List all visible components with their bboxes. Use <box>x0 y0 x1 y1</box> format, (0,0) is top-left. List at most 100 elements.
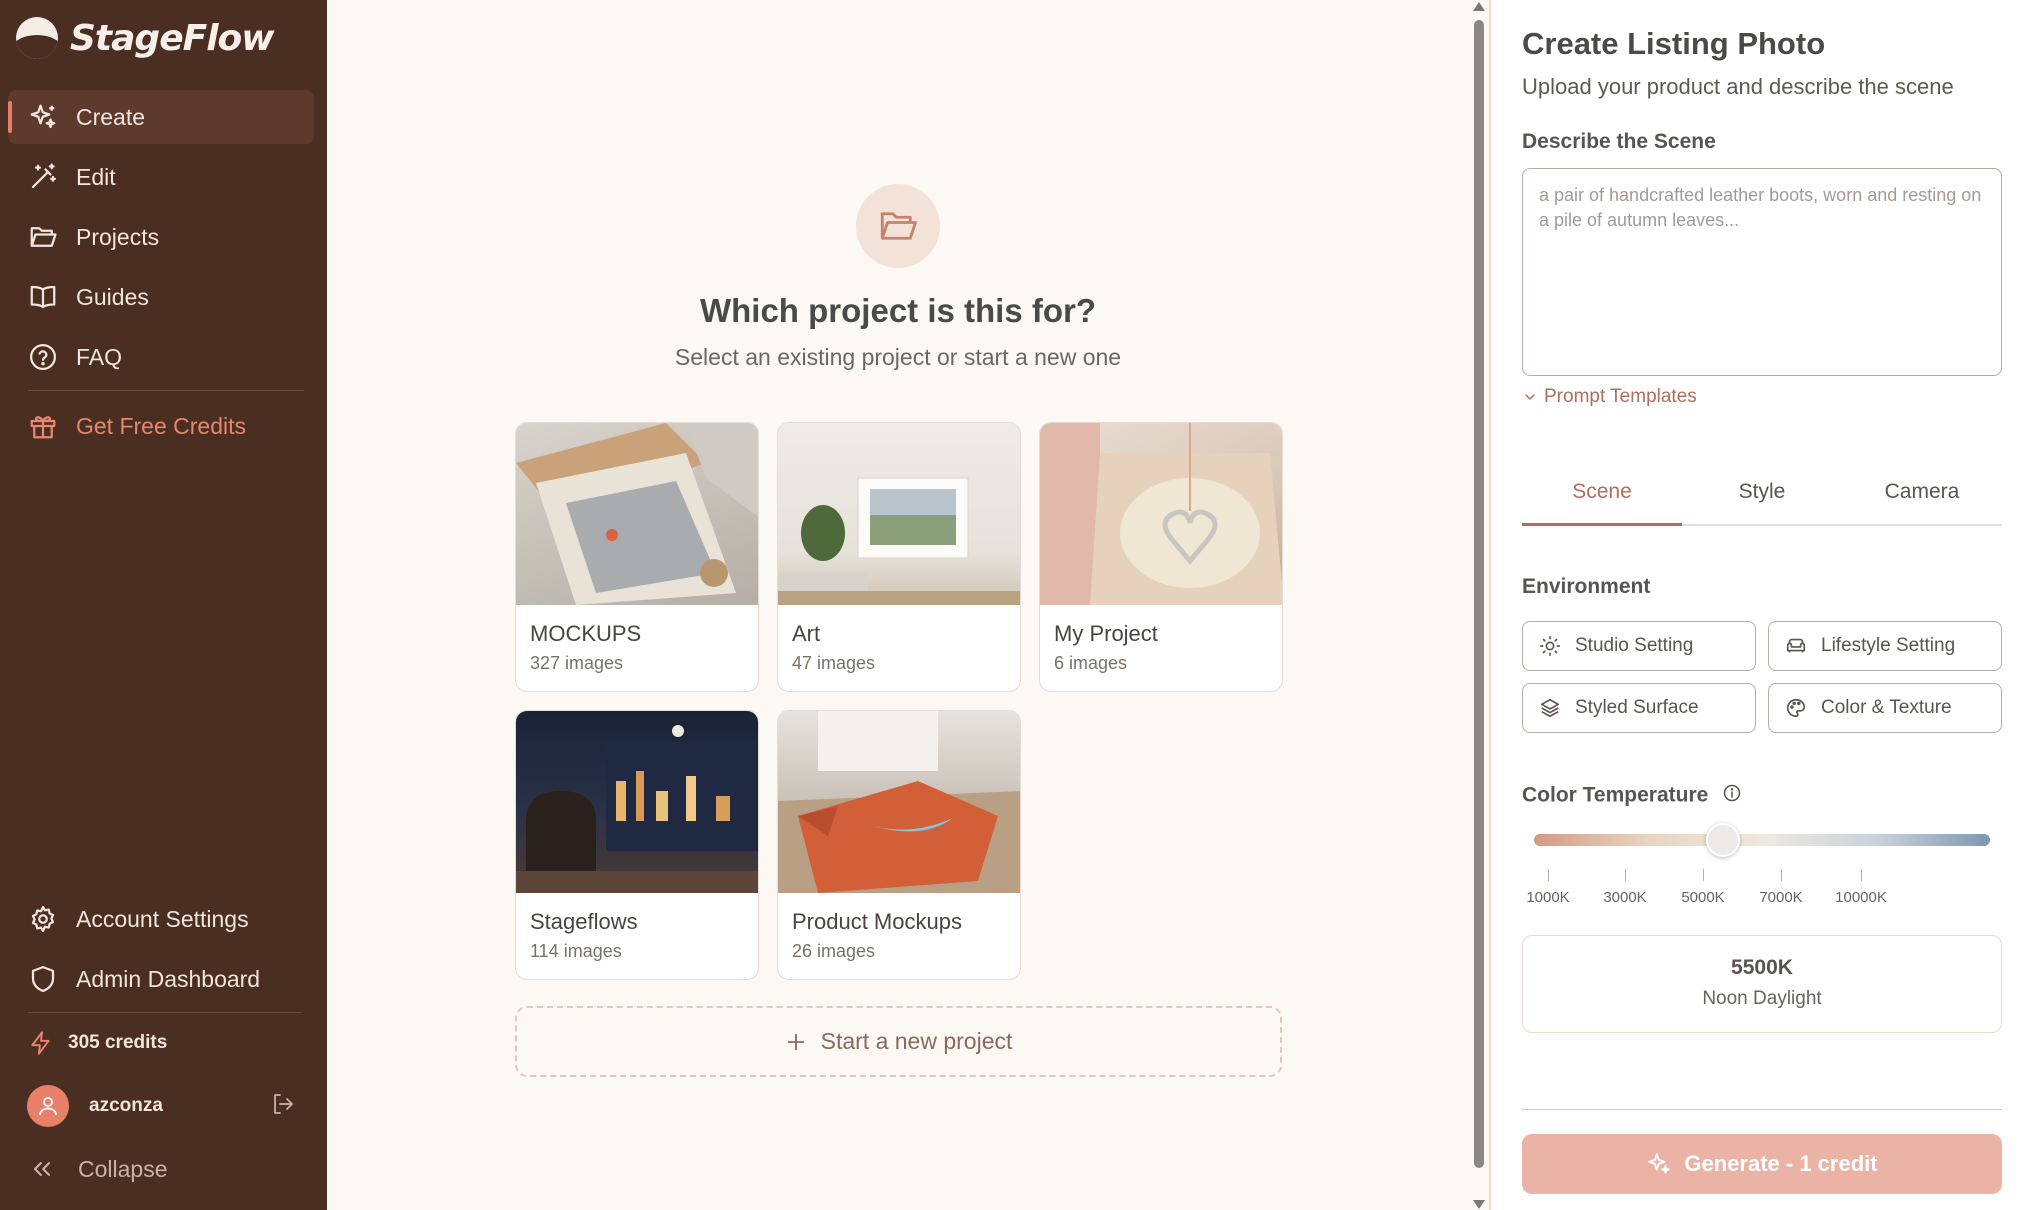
gear-icon <box>31 906 55 932</box>
env-option-styled-surface[interactable]: Styled Surface <box>1522 683 1756 733</box>
color-temperature-label: Color Temperature <box>1522 783 1742 809</box>
nav-item-guides[interactable]: Guides <box>8 270 314 324</box>
scroll-up-arrow-icon[interactable] <box>1473 2 1485 11</box>
env-option-label: Color & Texture <box>1821 697 1952 718</box>
start-new-project-button[interactable]: Start a new project <box>515 1006 1282 1077</box>
color-temperature-text: Color Temperature <box>1522 783 1709 807</box>
scene-label: Describe the Scene <box>1522 130 1716 153</box>
scene-description-textarea[interactable]: a pair of handcrafted leather boots, wor… <box>1522 168 2002 376</box>
project-card-mockups[interactable]: MOCKUPS 327 images <box>515 422 759 692</box>
project-count: 327 images <box>530 653 624 673</box>
nav-label: Account Settings <box>76 905 249 932</box>
tab-camera[interactable]: Camera <box>1842 460 2002 524</box>
project-thumbnail-art <box>778 711 1020 893</box>
folder-open-icon <box>880 212 917 240</box>
slider-tick-mark <box>1625 869 1626 881</box>
project-name: MOCKUPS <box>530 621 642 646</box>
gift-icon <box>30 416 56 439</box>
sidebar-divider <box>28 1012 302 1013</box>
prompt-templates-label: Prompt Templates <box>1544 386 1697 407</box>
nav-label: Create <box>76 103 146 130</box>
nav-item-edit[interactable]: Edit <box>8 150 314 204</box>
tab-style[interactable]: Style <box>1682 460 1842 524</box>
project-count: 26 images <box>792 941 876 961</box>
nav-divider <box>28 390 304 391</box>
user-icon <box>39 1097 57 1116</box>
sofa-icon <box>1786 638 1806 653</box>
tab-scene[interactable]: Scene <box>1522 460 1682 526</box>
main-scrollbar[interactable] <box>1469 0 1489 1210</box>
collapse-sidebar-button[interactable]: Collapse <box>28 1155 168 1183</box>
project-card-my-project[interactable]: My Project 6 images <box>1039 422 1283 692</box>
project-card-art[interactable]: Art 47 images <box>777 422 1021 692</box>
create-listing-panel: Create Listing Photo Upload your product… <box>1491 0 2025 1210</box>
credits-balance: 305 credits <box>28 1030 167 1056</box>
nav-label: Admin Dashboard <box>76 965 261 992</box>
env-option-label: Styled Surface <box>1575 697 1699 718</box>
color-temperature-readout: 5500K Noon Daylight <box>1522 935 2002 1033</box>
project-name: Stageflows <box>530 909 638 934</box>
project-thumbnail <box>516 423 758 605</box>
project-count: 114 images <box>530 941 622 961</box>
page-title: Which project is this for? <box>699 292 1097 329</box>
temperature-value: 5500K <box>1731 956 1793 979</box>
nav-item-projects[interactable]: Projects <box>8 210 314 264</box>
project-thumbnail <box>1040 423 1282 605</box>
color-temperature-slider-track[interactable] <box>1534 834 1990 846</box>
help-circle-icon <box>30 344 56 370</box>
project-name: My Project <box>1054 621 1158 646</box>
shield-icon <box>31 966 55 992</box>
env-option-studio-setting[interactable]: Studio Setting <box>1522 621 1756 671</box>
sparkles-icon <box>30 104 56 129</box>
nav-item-get-free-credits[interactable]: Get Free Credits <box>8 399 314 453</box>
user-profile: azconza <box>27 1085 295 1127</box>
panel-footer-divider <box>1522 1109 2002 1110</box>
env-option-lifestyle-setting[interactable]: Lifestyle Setting <box>1768 621 2002 671</box>
folder-open-icon <box>30 227 57 247</box>
project-thumbnail <box>778 423 1020 605</box>
project-thumbnail-art <box>778 477 1020 605</box>
info-icon[interactable] <box>1722 783 1742 809</box>
collapse-label: Collapse <box>78 1155 168 1182</box>
project-name: Art <box>792 621 821 646</box>
color-temperature-slider-thumb[interactable] <box>1705 823 1740 857</box>
env-option-color-texture[interactable]: Color & Texture <box>1768 683 2002 733</box>
bottom-nav: Account Settings Admin Dashboard <box>8 892 314 1012</box>
nav-item-admin-dashboard[interactable]: Admin Dashboard <box>8 952 314 1006</box>
chevron-down-icon <box>1525 394 1535 400</box>
panel-subtitle: Upload your product and describe the sce… <box>1522 74 1954 99</box>
environment-label: Environment <box>1522 575 1651 598</box>
page-subtitle: Select an existing project or start a ne… <box>674 344 1122 370</box>
logout-icon <box>274 1093 293 1114</box>
avatar[interactable] <box>27 1085 69 1127</box>
sparkles-icon <box>1648 1153 1671 1174</box>
nav-label: FAQ <box>76 343 123 370</box>
nav-item-account-settings[interactable]: Account Settings <box>8 892 314 946</box>
generate-button[interactable]: Generate - 1 credit <box>1522 1134 2002 1194</box>
app-logo[interactable]: StageFlow <box>16 16 275 60</box>
slider-tick-mark <box>1861 869 1862 881</box>
new-project-label: Start a new project <box>820 1028 1013 1054</box>
nav-item-faq[interactable]: FAQ <box>8 330 314 384</box>
slider-tick-label: 3000K <box>1603 889 1647 906</box>
nav-label: Edit <box>76 163 116 190</box>
nav-item-create[interactable]: Create <box>8 90 314 144</box>
project-thumbnail-art <box>516 423 758 605</box>
project-thumbnail <box>778 711 1020 893</box>
logout-button[interactable] <box>271 1092 295 1121</box>
slider-tick-label: 7000K <box>1759 889 1803 906</box>
nav-label: Get Free Credits <box>76 412 246 439</box>
project-thumbnail-art <box>1040 423 1282 605</box>
project-card-product-mockups[interactable]: Product Mockups 26 images <box>777 710 1021 980</box>
lightning-icon <box>31 1031 50 1055</box>
book-icon <box>30 285 56 309</box>
slider-tick-mark <box>1548 869 1549 881</box>
env-option-label: Studio Setting <box>1575 635 1694 656</box>
project-count: 6 images <box>1054 653 1128 673</box>
slider-tick-mark <box>1703 869 1704 881</box>
magic-wand-icon <box>31 163 56 189</box>
scroll-thumb[interactable] <box>1474 20 1484 1168</box>
project-card-stageflows[interactable]: Stageflows 114 images <box>515 710 759 980</box>
scroll-down-arrow-icon[interactable] <box>1473 1200 1485 1209</box>
prompt-templates-toggle[interactable]: Prompt Templates <box>1522 386 1697 408</box>
